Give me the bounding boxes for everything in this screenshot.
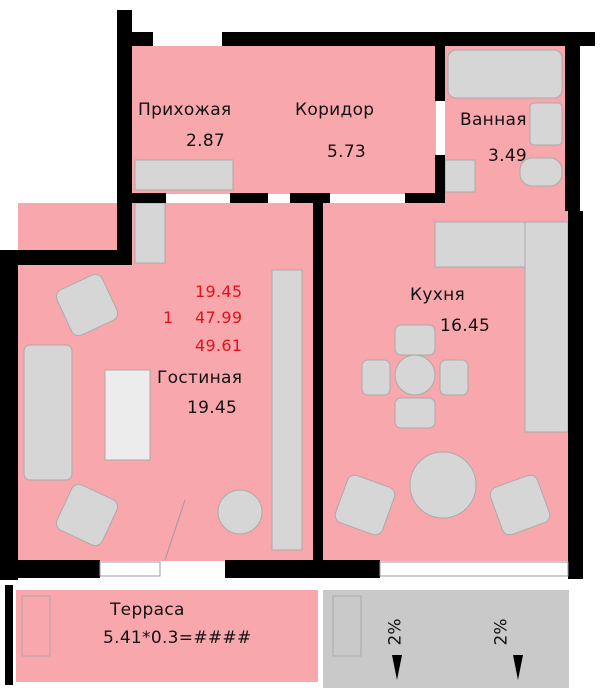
floor-plan: Прихожая 2.87 Коридор 5.73 Ванная 3.49 К…	[0, 0, 600, 692]
summary-total-with-terrace: 49.61	[195, 336, 243, 355]
living-name: Гостиная	[157, 368, 243, 388]
terrace-area-value: 5.41*0.3=####	[103, 628, 252, 648]
chair-icon	[439, 359, 469, 396]
dining-table-icon	[394, 354, 436, 396]
chair-icon	[394, 397, 436, 429]
corridor-name: Коридор	[295, 100, 375, 120]
living-area-value: 19.45	[187, 398, 238, 418]
kitchen-counter-icon	[434, 221, 536, 268]
rug-icon	[104, 369, 151, 461]
sofa-icon	[23, 344, 73, 481]
summary-rooms-count: 1	[163, 308, 174, 327]
kitchen-area-value: 16.45	[440, 316, 491, 336]
coffee-table-icon	[409, 451, 477, 519]
corridor-area	[235, 46, 436, 194]
corridor-area-value: 5.73	[327, 142, 367, 162]
washing-machine-icon	[444, 159, 476, 193]
summary-living-area: 19.45	[195, 282, 243, 301]
wardrobe-hallway-icon	[134, 159, 234, 191]
hallway-area-value: 2.87	[186, 131, 226, 151]
bathtub-icon	[447, 49, 563, 99]
chair-icon	[394, 324, 436, 356]
summary-total-area: 47.99	[195, 308, 243, 327]
bathroom-area-value: 3.49	[488, 146, 528, 166]
bathroom-name: Ванная	[460, 110, 527, 130]
wardrobe-living-icon	[134, 202, 166, 264]
chair-icon	[361, 359, 391, 396]
sink-icon	[529, 102, 563, 146]
kitchen-name: Кухня	[410, 285, 466, 305]
slope-label: 2%	[385, 618, 406, 646]
kitchen-cabinet-icon	[524, 221, 569, 433]
plant-icon	[217, 489, 263, 535]
hallway-name: Прихожая	[138, 100, 232, 120]
terrace-gray-area	[323, 590, 569, 688]
terrace-name: Терраса	[110, 600, 185, 620]
slope-label: 2%	[491, 618, 512, 646]
tv-stand-icon	[271, 269, 303, 551]
